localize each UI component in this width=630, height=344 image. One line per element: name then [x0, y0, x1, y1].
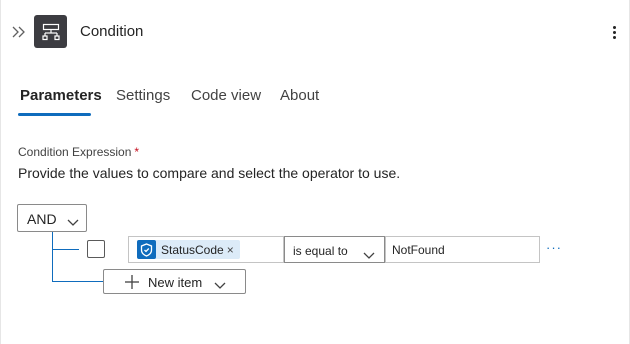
shield-icon	[137, 240, 156, 259]
tab-about[interactable]: About	[280, 87, 319, 104]
tab-code-view[interactable]: Code view	[191, 87, 261, 104]
group-operator-dropdown[interactable]: AND	[17, 204, 87, 232]
condition-expression-label: Condition Expression *	[18, 145, 139, 159]
token-label: StatusCode	[161, 242, 224, 257]
tree-connector	[52, 232, 53, 282]
right-operand-value: NotFound	[392, 243, 445, 257]
panel-title: Condition	[80, 23, 144, 40]
plus-icon	[124, 274, 140, 295]
condition-description: Provide the values to compare and select…	[18, 165, 401, 181]
tree-branch-new-item	[52, 281, 104, 282]
chevron-down-icon	[214, 277, 226, 295]
chevron-down-icon	[67, 214, 79, 232]
tab-parameters[interactable]: Parameters	[20, 87, 102, 104]
tab-settings[interactable]: Settings	[116, 87, 170, 104]
new-item-label: New item	[148, 275, 203, 290]
condition-icon	[34, 15, 67, 48]
condition-panel: Condition Parameters Settings Code view …	[0, 0, 630, 344]
active-tab-indicator	[18, 113, 91, 116]
more-vertical-icon[interactable]	[607, 22, 623, 42]
required-marker: *	[134, 145, 140, 159]
row-select-checkbox[interactable]	[87, 240, 105, 258]
dynamic-content-token[interactable]: StatusCode ×	[137, 240, 240, 259]
row-more-options-button[interactable]: ···	[546, 240, 562, 255]
operator-value: is equal to	[293, 244, 348, 258]
tree-branch-row	[52, 249, 79, 250]
condition-expression-label-text: Condition Expression	[18, 145, 132, 159]
token-remove-button[interactable]: ×	[227, 243, 234, 257]
chevron-down-icon	[363, 247, 375, 265]
right-operand-field[interactable]: NotFound	[385, 236, 540, 263]
operator-dropdown[interactable]: is equal to	[284, 236, 385, 263]
new-item-button[interactable]: New item	[103, 269, 246, 294]
group-operator-value: AND	[27, 211, 57, 227]
double-chevron-right-icon[interactable]	[10, 22, 28, 42]
left-operand-field[interactable]: StatusCode ×	[128, 236, 284, 263]
